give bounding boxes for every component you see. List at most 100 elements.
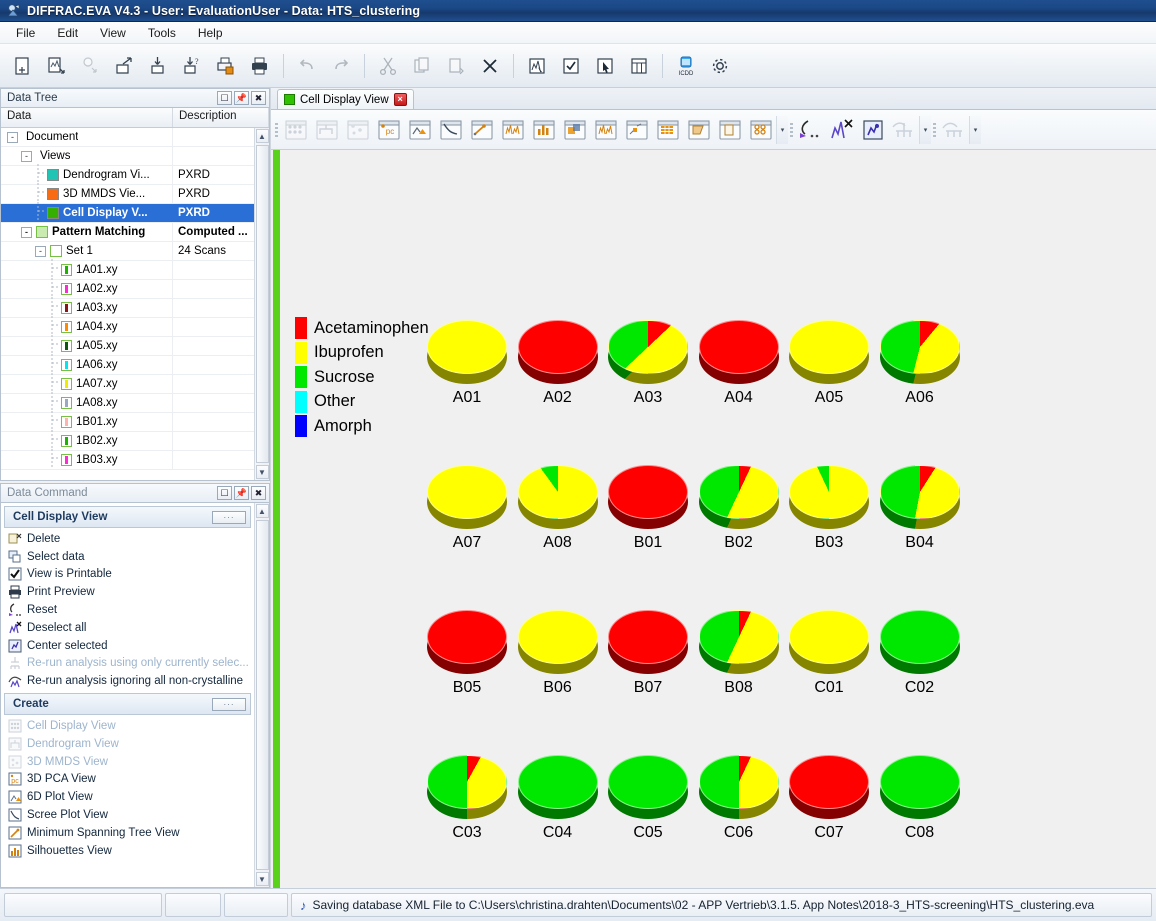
command-group-header[interactable]: Cell Display View··· [4,506,251,528]
paste-icon[interactable] [440,50,472,82]
pin-icon[interactable]: 📌 [234,91,249,105]
pointer-select-icon[interactable] [589,50,621,82]
pie-chart[interactable] [608,610,688,674]
scatter-view-icon[interactable] [621,116,652,144]
close-icon[interactable]: ✖ [251,91,266,105]
pie-chart-cell[interactable]: C08 [871,755,969,842]
pie-chart[interactable] [608,755,688,819]
command-item[interactable]: Delete [4,530,254,548]
expander-icon[interactable]: - [7,132,18,143]
delete-icon[interactable] [474,50,506,82]
chevron-down-icon[interactable]: ▾ [969,116,981,144]
pie-chart[interactable] [789,465,869,529]
command-item[interactable]: Select data [4,548,254,566]
command-item[interactable]: Minimum Spanning Tree View [4,824,254,842]
pie-chart-cell[interactable]: B08 [690,610,788,697]
document-icon[interactable] [714,116,745,144]
scroll-up-icon[interactable]: ▲ [256,129,269,143]
pca-view-icon[interactable]: pc [373,116,404,144]
pie-chart-cell[interactable]: C01 [780,610,878,697]
pie-chart-cell[interactable]: B01 [599,465,697,552]
table-row[interactable]: Cell Display V...PXRD [1,204,254,223]
command-item[interactable]: Scree Plot View [4,806,254,824]
pie-chart[interactable] [789,610,869,674]
silhouettes-view-icon[interactable] [528,116,559,144]
maximize-icon[interactable]: ☐ [217,91,232,105]
pie-chart-cell[interactable]: A07 [418,465,516,552]
check-list-icon[interactable] [555,50,587,82]
pattern-stack-icon[interactable] [590,116,621,144]
pie-chart-cell[interactable]: C03 [418,755,516,842]
pie-chart[interactable] [699,755,779,819]
pie-chart-cell[interactable]: B03 [780,465,878,552]
tab-cell-display-view[interactable]: Cell Display View × [277,89,414,109]
new-document-icon[interactable] [6,50,38,82]
table-row[interactable]: 1A03.xy [1,299,254,318]
command-item[interactable]: Deselect all [4,619,254,637]
maximize-icon[interactable]: ☐ [217,486,232,500]
table-row[interactable]: -Set 124 Scans [1,242,254,261]
toolbar-grip[interactable] [273,117,280,143]
chevron-down-icon[interactable]: ▾ [776,116,788,144]
table-row[interactable]: 1A05.xy [1,337,254,356]
toolbar-grip[interactable] [788,117,795,143]
cell-grid-icon[interactable] [745,116,776,144]
command-item[interactable]: pc3D PCA View [4,771,254,789]
pie-chart[interactable] [518,610,598,674]
data-table-icon[interactable] [652,116,683,144]
table-row[interactable]: 1A07.xy [1,375,254,394]
command-item[interactable]: 6D Plot View [4,788,254,806]
table-row[interactable]: 1B03.xy [1,451,254,470]
table-row[interactable]: -Document [1,128,254,147]
command-group-header[interactable]: Create··· [4,693,251,715]
table-row[interactable]: 1A01.xy [1,261,254,280]
plot-6d-view-icon[interactable] [404,116,435,144]
command-item[interactable]: View is Printable [4,566,254,584]
print-icon[interactable] [244,50,276,82]
pie-chart-cell[interactable]: B07 [599,610,697,697]
expander-icon[interactable]: - [21,227,32,238]
table-row[interactable]: 1B01.xy [1,413,254,432]
command-item[interactable]: Center selected [4,637,254,655]
pie-chart[interactable] [699,320,779,384]
undo-icon[interactable] [291,50,323,82]
copy-icon[interactable] [406,50,438,82]
pie-chart-cell[interactable]: B05 [418,610,516,697]
redo-icon[interactable] [325,50,357,82]
scree-plot-view-icon[interactable] [435,116,466,144]
pie-chart[interactable] [427,320,507,384]
mst-view-icon[interactable] [466,116,497,144]
print-setup-icon[interactable] [210,50,242,82]
pattern-overlay-icon[interactable] [497,116,528,144]
command-item[interactable]: Silhouettes View [4,842,254,860]
table-row[interactable]: 1A04.xy [1,318,254,337]
chevron-down-icon[interactable]: ▾ [919,116,931,144]
center-selected-icon[interactable] [857,116,888,144]
table-row[interactable]: 1A06.xy [1,356,254,375]
pie-chart[interactable] [427,610,507,674]
menu-tools[interactable]: Tools [138,24,186,42]
reset-icon[interactable] [795,116,826,144]
pin-icon[interactable]: 📌 [234,486,249,500]
tab-close-icon[interactable]: × [394,93,407,106]
pie-chart[interactable] [699,465,779,529]
pie-chart-cell[interactable]: A04 [690,320,788,407]
pie-chart[interactable] [427,465,507,529]
menu-edit[interactable]: Edit [47,24,88,42]
pie-chart-cell[interactable]: C07 [780,755,878,842]
select-scan-icon[interactable] [521,50,553,82]
report-icon[interactable] [683,116,714,144]
open-icon[interactable] [74,50,106,82]
collapse-icon[interactable]: ··· [212,698,246,711]
pie-chart-cell[interactable]: B02 [690,465,788,552]
pie-chart[interactable] [427,755,507,819]
pie-chart-cell[interactable]: B06 [509,610,607,697]
pie-chart-cell[interactable]: C05 [599,755,697,842]
column-header-description[interactable]: Description [173,108,269,127]
settings-gear-icon[interactable] [704,50,736,82]
pie-chart[interactable] [518,755,598,819]
pie-chart-cell[interactable]: A02 [509,320,607,407]
deselect-all-icon[interactable] [826,116,857,144]
scroll-thumb[interactable] [256,145,269,463]
icdd-database-icon[interactable]: ICDD [670,50,702,82]
